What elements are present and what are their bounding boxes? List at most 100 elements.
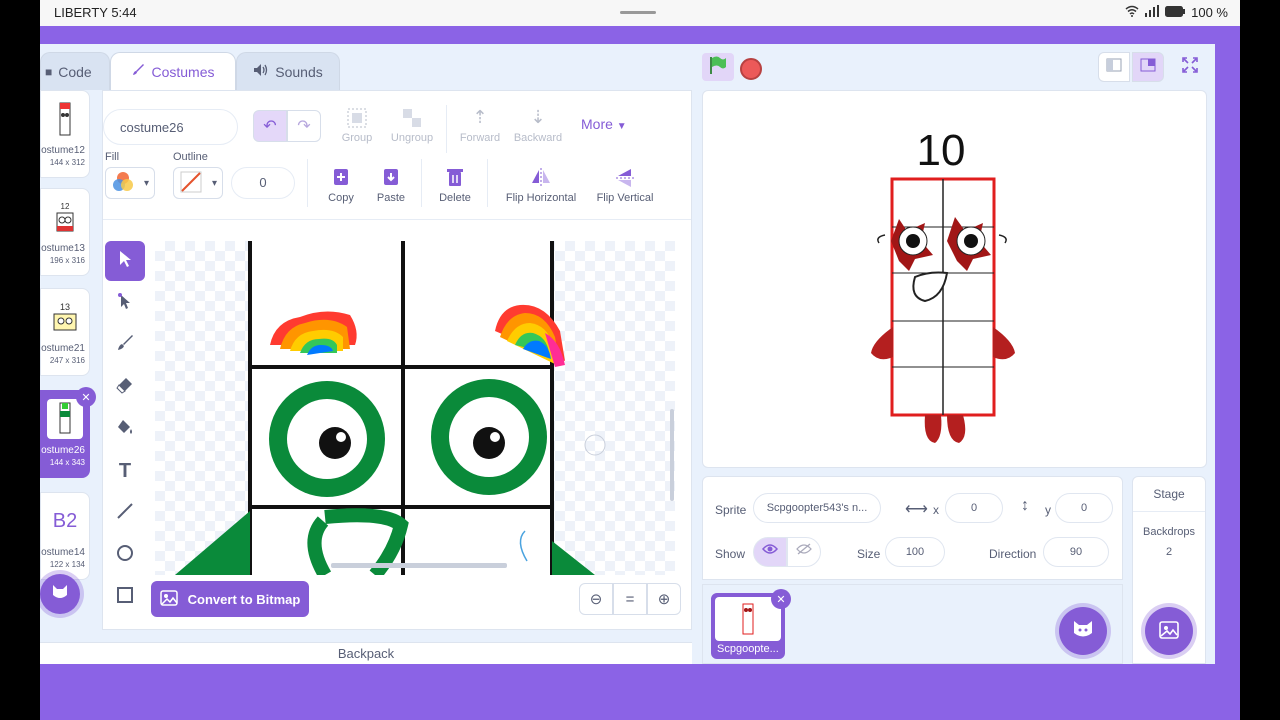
stage-panel-title: Stage xyxy=(1133,477,1205,512)
more-label: More xyxy=(581,116,613,132)
copy-button[interactable]: Copy xyxy=(321,167,361,204)
stage-header xyxy=(700,52,1208,88)
size-input[interactable]: 100 xyxy=(885,537,945,567)
zoom-in-icon: ⊕ xyxy=(657,591,671,608)
stop-button[interactable] xyxy=(740,58,762,80)
eye-slash-icon xyxy=(796,543,812,558)
outline-color-picker[interactable]: ▾ xyxy=(173,167,223,199)
group-button[interactable]: Group xyxy=(335,107,379,144)
sprite-name-input[interactable]: Scpgoopter543's n... xyxy=(753,493,881,523)
costume-name-input[interactable]: costume26 xyxy=(103,109,238,145)
fullscreen-button[interactable] xyxy=(1174,52,1206,82)
costume-artwork xyxy=(175,241,674,575)
forward-button[interactable]: ⇡ Forward xyxy=(455,107,505,144)
costume-size: 144 x 312 xyxy=(49,158,85,167)
divider xyxy=(307,159,308,207)
select-tool[interactable] xyxy=(105,241,145,281)
costume-item[interactable]: 13 ostume21 247 x 316 xyxy=(40,288,90,376)
brush-tool[interactable] xyxy=(105,325,145,365)
tab-code[interactable]: ■ Code xyxy=(40,52,110,90)
costume-name: ostume21 xyxy=(41,343,85,354)
choose-backdrop-button[interactable] xyxy=(1145,607,1193,655)
choose-sprite-button[interactable] xyxy=(1059,607,1107,655)
tab-sounds[interactable]: Sounds xyxy=(236,52,340,90)
copy-label: Copy xyxy=(328,192,354,204)
direction-input[interactable]: 90 xyxy=(1043,537,1109,567)
paste-label: Paste xyxy=(376,192,406,204)
x-arrows-icon: ⟷ xyxy=(905,501,928,518)
chevron-down-icon: ▾ xyxy=(144,177,150,189)
delete-costume-icon[interactable]: ✕ xyxy=(76,387,96,407)
speaker-icon xyxy=(253,63,269,80)
stage-number-text: 10 xyxy=(917,126,966,175)
delete-sprite-icon[interactable]: ✕ xyxy=(771,589,791,609)
reshape-tool[interactable] xyxy=(105,283,145,323)
group-icon xyxy=(335,107,379,129)
show-hidden-button[interactable] xyxy=(787,537,821,567)
eraser-icon xyxy=(116,376,134,399)
flip-horizontal-label: Flip Horizontal xyxy=(505,192,577,204)
zoom-reset-button[interactable]: = xyxy=(613,583,647,615)
battery-icon xyxy=(1165,5,1186,20)
redo-button[interactable]: ↷ xyxy=(287,110,321,142)
stage-canvas[interactable]: 10 xyxy=(702,90,1207,468)
small-stage-button[interactable] xyxy=(1098,52,1130,82)
paint-canvas[interactable] xyxy=(155,241,675,575)
sprite-thumb-image xyxy=(715,597,781,641)
outline-width-input[interactable]: 0 xyxy=(231,167,295,199)
x-label: x xyxy=(933,503,939,517)
backward-button[interactable]: ⇣ Backward xyxy=(509,107,567,144)
more-menu-button[interactable]: More ▼ xyxy=(581,116,627,132)
eraser-tool[interactable] xyxy=(105,367,145,407)
costume-thumb-text: B2 xyxy=(52,509,78,532)
right-letterbox xyxy=(1240,0,1280,720)
ungroup-button[interactable]: Ungroup xyxy=(385,107,439,144)
green-flag-button[interactable] xyxy=(702,53,734,81)
line-tool[interactable] xyxy=(105,493,145,533)
chevron-down-icon: ▾ xyxy=(212,177,218,189)
backward-label: Backward xyxy=(513,132,563,144)
forward-icon: ⇡ xyxy=(472,107,488,127)
rectangle-tool[interactable] xyxy=(105,577,145,617)
forward-label: Forward xyxy=(459,132,501,144)
text-tool[interactable]: T xyxy=(105,451,145,491)
line-icon xyxy=(116,502,134,525)
home-indicator xyxy=(620,11,656,14)
delete-button[interactable]: Delete xyxy=(433,167,477,204)
zoom-in-button[interactable]: ⊕ xyxy=(647,583,681,615)
flip-vertical-button[interactable]: Flip Vertical xyxy=(589,167,661,204)
divider xyxy=(421,159,422,207)
code-icon: ■ xyxy=(45,64,53,79)
flip-horizontal-button[interactable]: Flip Horizontal xyxy=(501,167,581,204)
zoom-out-button[interactable]: ⊖ xyxy=(579,583,613,615)
stage-target-panel[interactable]: Stage Backdrops 2 xyxy=(1132,476,1206,664)
trash-icon xyxy=(433,167,477,189)
convert-to-bitmap-button[interactable]: Convert to Bitmap xyxy=(151,581,309,617)
undo-icon: ↶ xyxy=(263,118,277,135)
normal-stage-icon xyxy=(1140,58,1156,77)
costume-size: 144 x 343 xyxy=(49,458,85,467)
costume-item[interactable]: B2 ostume14 122 x 134 xyxy=(40,492,90,580)
circle-tool[interactable] xyxy=(105,535,145,575)
show-visible-button[interactable] xyxy=(753,537,787,567)
paint-bucket-icon xyxy=(116,418,134,441)
text-icon: T xyxy=(118,459,132,482)
costume-item[interactable]: ostume12 144 x 312 xyxy=(40,90,90,178)
tab-costumes[interactable]: Costumes xyxy=(110,52,236,90)
normal-stage-button[interactable] xyxy=(1132,52,1164,82)
zoom-out-icon: ⊖ xyxy=(589,591,603,608)
fullscreen-icon xyxy=(1182,56,1198,78)
y-position-input[interactable]: 0 xyxy=(1055,493,1113,523)
fill-tool[interactable] xyxy=(105,409,145,449)
fill-color-picker[interactable]: ▾ xyxy=(105,167,155,199)
direction-label: Direction xyxy=(989,547,1037,561)
choose-costume-button[interactable] xyxy=(40,574,80,614)
costume-item[interactable]: 12 ostume13 196 x 316 xyxy=(40,188,90,276)
x-position-input[interactable]: 0 xyxy=(945,493,1003,523)
image-icon xyxy=(1159,620,1179,642)
backpack-bar[interactable]: Backpack xyxy=(40,642,692,664)
divider xyxy=(487,159,488,207)
paste-button[interactable]: Paste xyxy=(371,167,411,204)
undo-button[interactable]: ↶ xyxy=(253,110,287,142)
redo-icon: ↷ xyxy=(297,118,311,135)
